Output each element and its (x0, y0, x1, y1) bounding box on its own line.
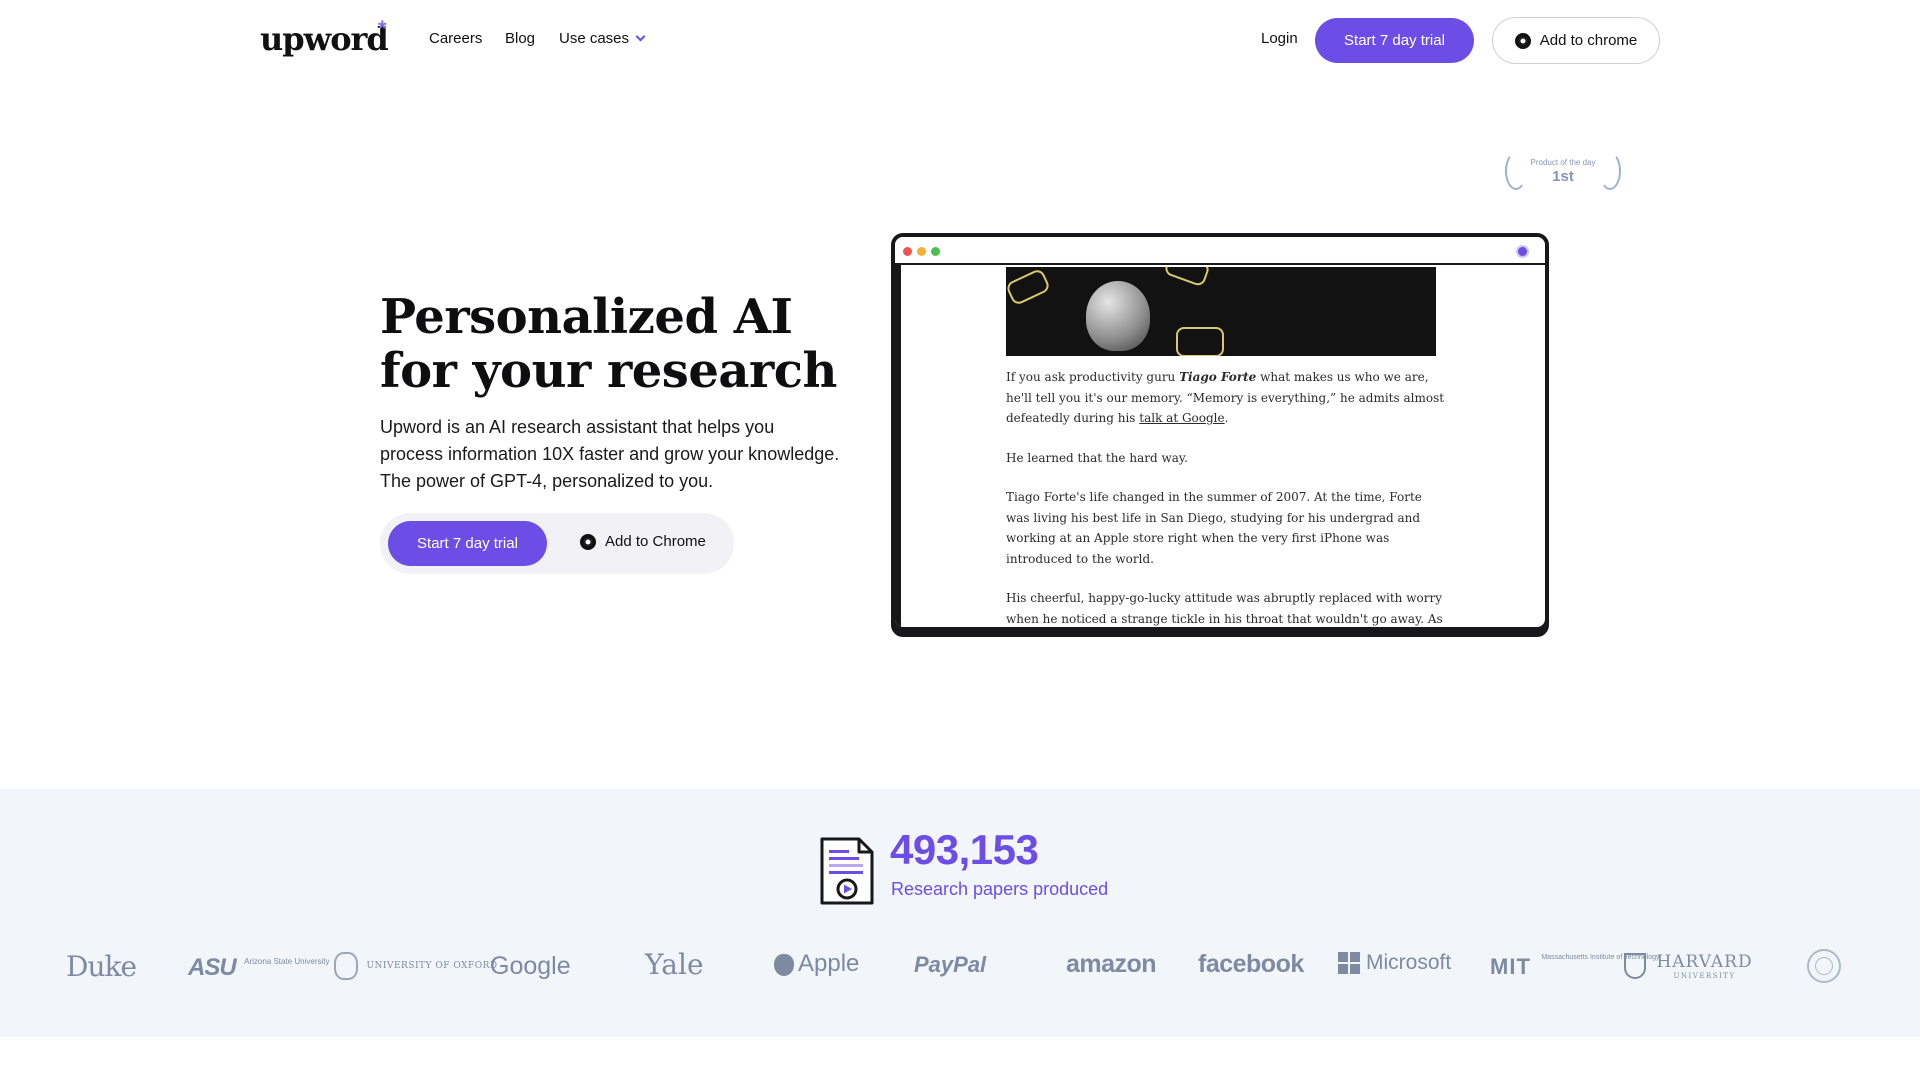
hero-trial-button[interactable]: Start 7 day trial (388, 521, 547, 566)
university-seal-icon (1807, 949, 1841, 983)
chrome-icon (1514, 32, 1531, 49)
window-minimize-dot-icon (917, 247, 926, 256)
article-link[interactable]: talk at Google (1139, 411, 1224, 425)
logo-harvard-text: HARVARD (1656, 952, 1753, 972)
chrome-icon (580, 533, 596, 550)
nav-add-to-chrome-button[interactable]: Add to chrome (1492, 17, 1660, 64)
logo-apple-text: Apple (798, 950, 860, 977)
badge-label: Product of the day (1530, 158, 1596, 167)
nav-link-careers[interactable]: Careers (429, 30, 482, 47)
logo-mit: MIT Massachusetts Institute of Technolog… (1490, 954, 1660, 980)
article-paragraph: His cheerful, happy-go-lucky attitude wa… (1006, 591, 1443, 626)
article-paragraph: If you ask productivity guru Tiago Forte… (1006, 367, 1446, 429)
logo-yale: Yale (645, 948, 704, 981)
article-text-span: . (1224, 411, 1229, 425)
nav-dropdown-use-cases[interactable]: Use cases (559, 30, 646, 47)
logo-mit-mark: MIT (1490, 954, 1531, 979)
nav-link-use-cases-label: Use cases (559, 30, 630, 47)
browser-mockup: If you ask productivity guru Tiago Forte… (891, 233, 1549, 631)
hero-title: Personalized AI for your research (380, 290, 860, 398)
papers-count-label: Research papers produced (891, 879, 1109, 899)
article-text-span: If you ask productivity guru (1006, 370, 1180, 384)
harvard-shield-icon (1624, 953, 1646, 979)
hero-subtitle: Upword is an AI research assistant that … (380, 417, 840, 491)
login-link[interactable]: Login (1261, 30, 1298, 47)
sketch-doodle (1006, 267, 1052, 307)
oxford-crest-icon (334, 952, 358, 980)
nav-trial-button[interactable]: Start 7 day trial (1315, 18, 1474, 63)
microsoft-squares-icon (1338, 952, 1360, 975)
seal-inner-ring (1815, 957, 1833, 975)
logo-google: Google (490, 952, 571, 980)
logo-facebook: facebook (1198, 950, 1304, 978)
logo-harvard: HARVARD UNIVERSITY (1624, 952, 1753, 980)
customer-logos-row: Duke ASU Arizona State University UNIVER… (0, 940, 1920, 990)
logo-mit-text: Massachusetts Institute of Technology (1541, 954, 1660, 961)
article-text: If you ask productivity guru Tiago Forte… (1006, 367, 1446, 627)
logo-asu: ASU Arizona State University (188, 954, 330, 982)
badge-rank: 1st (1552, 168, 1574, 185)
research-paper-icon (820, 837, 874, 905)
article-person-name: Tiago Forte (1179, 370, 1257, 384)
hero-cta-group: Start 7 day trial Add to Chrome (380, 513, 734, 574)
upword-logo[interactable]: upword (260, 20, 389, 58)
brain-illustration (1086, 281, 1150, 351)
logo-oxford-text: UNIVERSITY OF OXFORD (366, 961, 498, 971)
hero-add-to-chrome-label: Add to Chrome (605, 533, 706, 550)
article-paragraph: Tiago Forte's life changed in the summer… (1006, 490, 1422, 566)
apple-icon (774, 953, 794, 976)
logo-asterisk-icon: * (378, 16, 387, 41)
papers-count: 493,153 (890, 826, 1039, 873)
logo-paypal: PayPal (914, 952, 987, 977)
sketch-doodle (1163, 267, 1211, 288)
logo-harvard-subtext: UNIVERSITY (1673, 972, 1736, 980)
logo-duke: Duke (66, 950, 137, 983)
nav-add-to-chrome-label: Add to chrome (1539, 32, 1638, 49)
window-maximize-dot-icon (931, 247, 940, 256)
browser-side-border (895, 265, 901, 627)
logo-asu-mark: ASU (188, 954, 237, 981)
product-of-the-day-badge: Product of the day 1st (1505, 150, 1621, 192)
logo-amazon: amazon (1066, 950, 1157, 978)
hero-title-line-1: Personalized AI (380, 289, 793, 345)
logo-asu-text: Arizona State University (244, 957, 330, 966)
sketch-doodle (1176, 327, 1224, 356)
logo-apple: Apple (774, 950, 859, 978)
chevron-down-icon (635, 31, 646, 42)
hero-add-to-chrome-button[interactable]: Add to Chrome (580, 533, 706, 550)
window-close-dot-icon (903, 247, 912, 256)
logo-microsoft: Microsoft (1338, 951, 1451, 975)
logo-oxford: UNIVERSITY OF OXFORD (334, 952, 498, 980)
logo-microsoft-text: Microsoft (1366, 951, 1452, 974)
hero-title-line-2: for your research (380, 343, 837, 399)
browser-toolbar (895, 237, 1545, 265)
article-paragraph: He learned that the hard way. (1006, 450, 1188, 465)
article-hero-image (1006, 267, 1436, 356)
upword-extension-icon[interactable] (1516, 245, 1529, 258)
top-nav: upword * Careers Blog Use cases Login St… (0, 0, 1920, 80)
nav-link-blog[interactable]: Blog (505, 30, 535, 47)
